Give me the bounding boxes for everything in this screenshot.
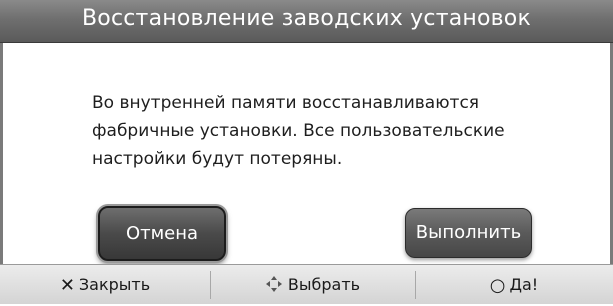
footer-close-button[interactable]: ✕ Закрыть xyxy=(0,265,210,305)
close-x-icon: ✕ xyxy=(59,275,75,296)
footer-close-label: Закрыть xyxy=(78,275,151,294)
footer-select-button[interactable]: Выбрать xyxy=(210,265,415,305)
circle-ok-icon: ○ xyxy=(489,275,506,296)
dialog-title: Восстановление заводских установок xyxy=(82,6,531,31)
cancel-button[interactable]: Отмена xyxy=(98,206,226,261)
footer-hint-bar: ✕ Закрыть Выбрать ○ Да! xyxy=(0,264,613,304)
footer-confirm-label: Да! xyxy=(509,275,539,294)
execute-button[interactable]: Выполнить xyxy=(405,208,532,258)
dialog-titlebar: Восстановление заводских установок xyxy=(0,0,613,43)
factory-reset-dialog: Восстановление заводских установок Во вн… xyxy=(0,0,613,304)
footer-confirm-button[interactable]: ○ Да! xyxy=(415,265,613,305)
dialog-message: Во внутренней памяти восстанавливаются ф… xyxy=(92,93,505,169)
footer-select-label: Выбрать xyxy=(287,275,361,294)
direction-arrows-icon xyxy=(265,275,283,293)
